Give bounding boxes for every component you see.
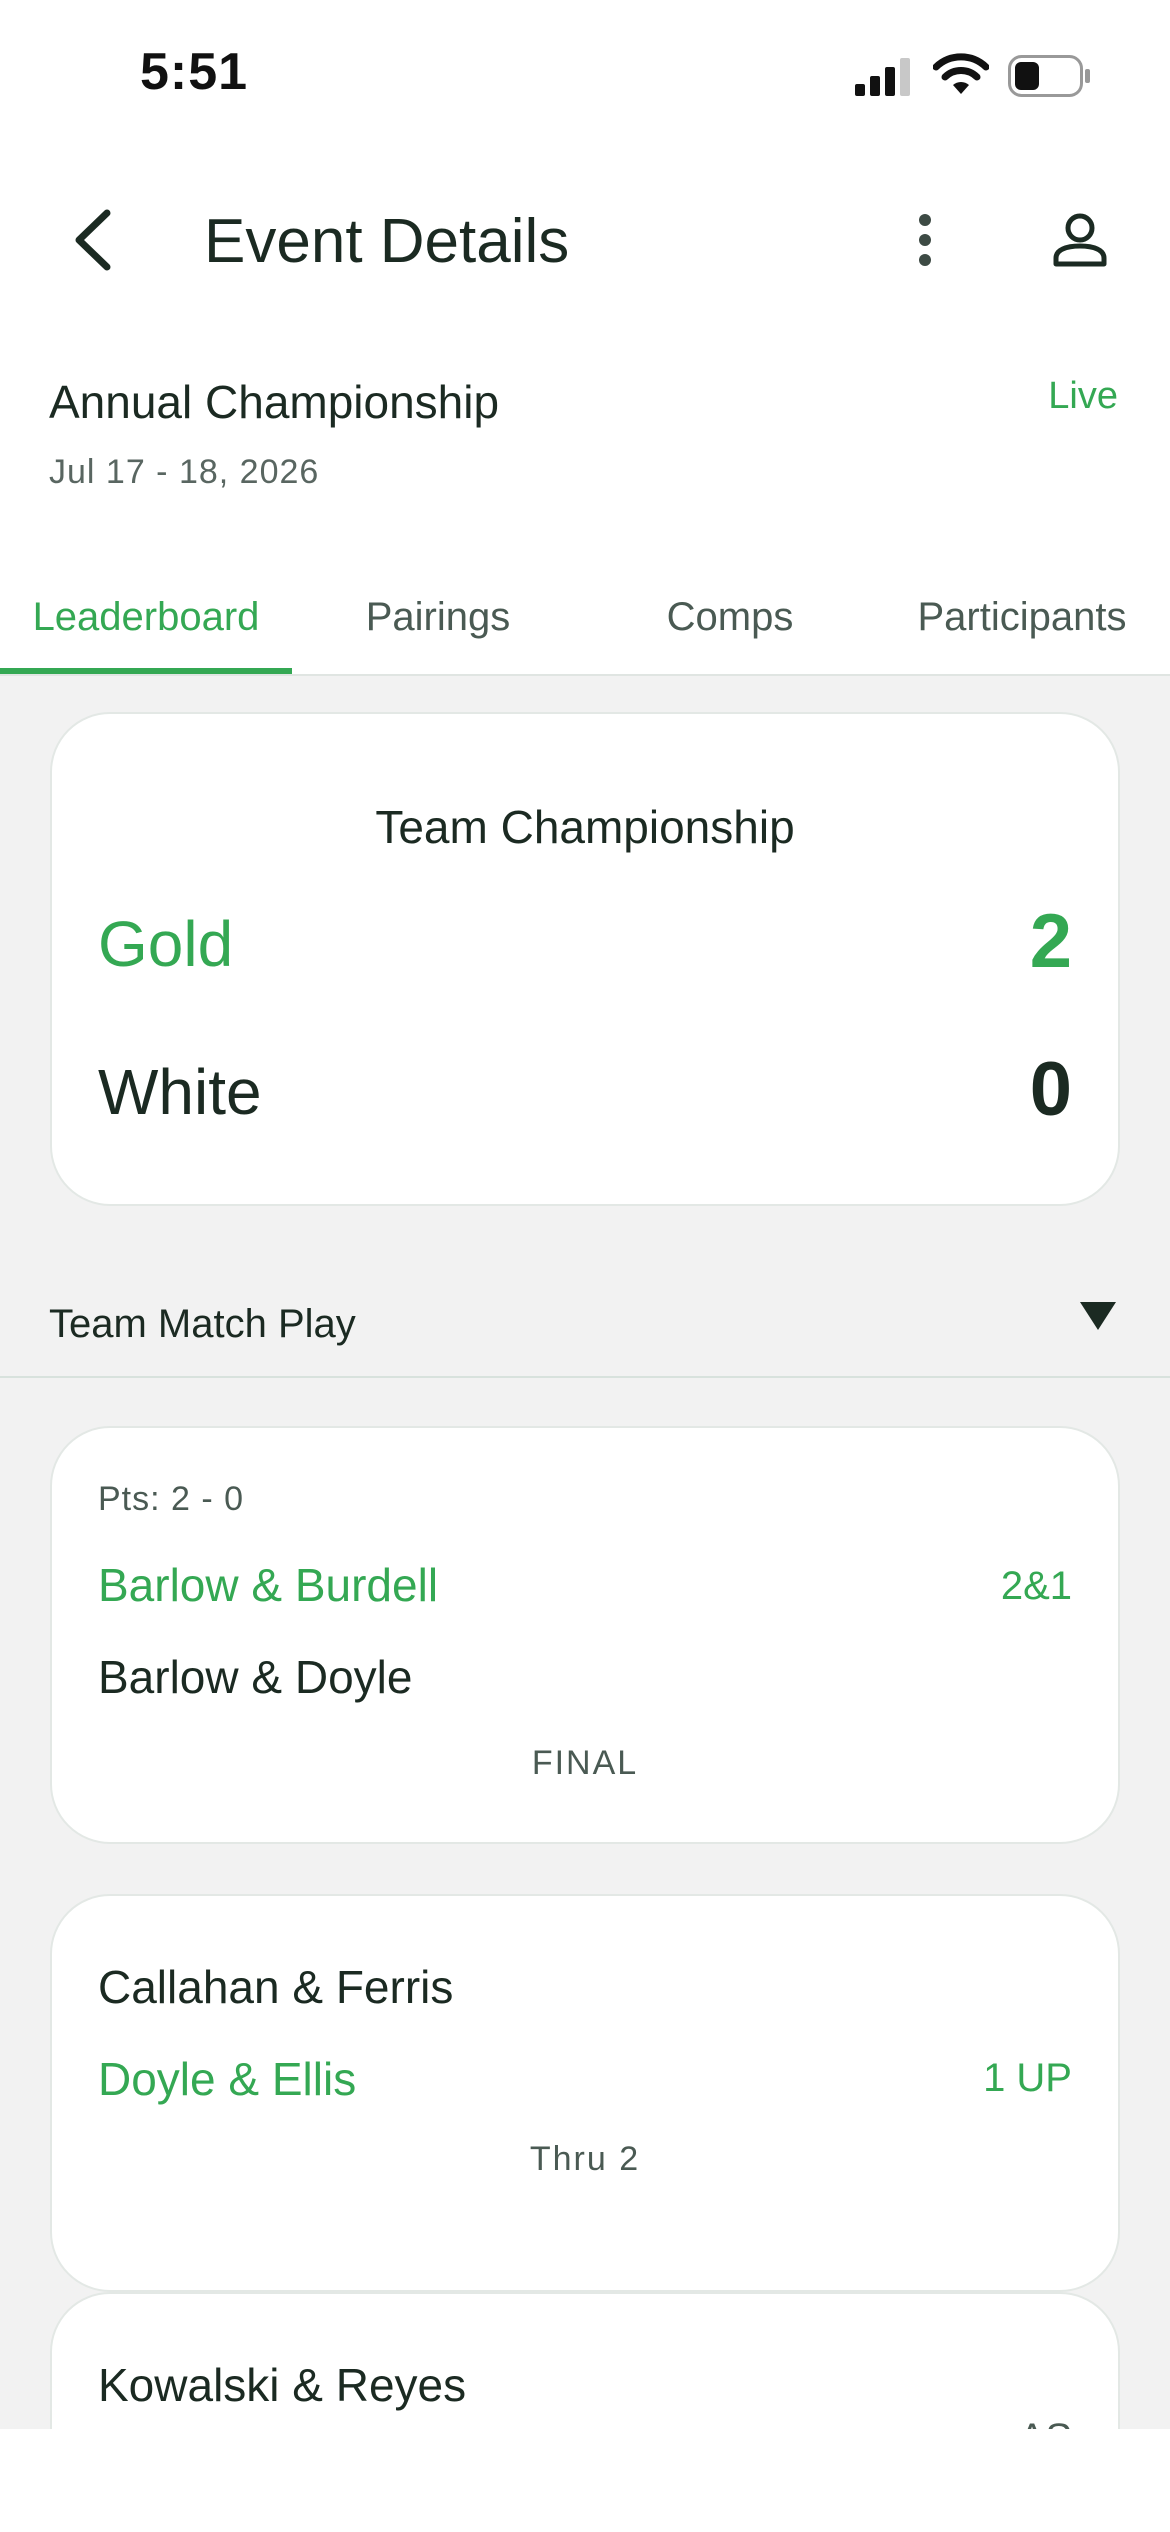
chevron-left-icon (75, 209, 111, 271)
team-championship-title: Team Championship (375, 801, 795, 853)
match-pair-2: Doyle & Ellis (98, 2053, 357, 2105)
team-championship-card: Team Championship Gold 2 White 0 (50, 712, 1120, 1206)
page-title: Event Details (204, 207, 570, 276)
tab-participants[interactable]: Participants (876, 560, 1168, 674)
section-label: Team Match Play (49, 1302, 356, 1346)
match-card[interactable]: Kowalski & Reyes AS (50, 2292, 1120, 2429)
team-score-gold: 2 (1029, 899, 1072, 984)
event-name: Annual Championship (49, 376, 500, 428)
team-match-play-dropdown[interactable]: Team Match Play (0, 1260, 1170, 1378)
match-pair-1: Kowalski & Reyes (98, 2359, 467, 2411)
back-button[interactable] (58, 202, 128, 278)
signal-icon (855, 58, 910, 96)
match-pair-1: Callahan & Ferris (98, 1961, 454, 2013)
event-dates: Jul 17 - 18, 2026 (49, 453, 320, 491)
match-card[interactable]: Pts: 2 - 0 Barlow & Burdell 2&1 Barlow &… (50, 1426, 1120, 1844)
match-pair-2: Barlow & Doyle (98, 1651, 413, 1703)
active-tab-indicator (0, 668, 292, 674)
match-result: 2&1 (1000, 1564, 1072, 1608)
team-name-gold: Gold (98, 908, 234, 980)
tab-comps[interactable]: Comps (584, 560, 876, 674)
team-score-white: 0 (1029, 1047, 1072, 1132)
live-status-badge: Live (1048, 375, 1118, 417)
status-time: 5:51 (140, 43, 249, 101)
match-status: FINAL (531, 1744, 639, 1782)
match-result: 1 UP (983, 2056, 1072, 2100)
team-name-white: White (98, 1056, 262, 1128)
more-options-button[interactable] (895, 202, 955, 278)
match-card[interactable]: Callahan & Ferris Doyle & Ellis 1 UP Thr… (50, 1894, 1120, 2292)
match-status: Thru 2 (529, 2140, 641, 2178)
tab-bar: Leaderboard Pairings Comps Participants (0, 560, 1170, 676)
leaderboard-content[interactable]: Team Championship Gold 2 White 0 Team Ma… (0, 676, 1170, 2429)
match-result: AS (1019, 2418, 1072, 2429)
match-points: Pts: 2 - 0 (98, 1480, 245, 1518)
profile-button[interactable] (1040, 202, 1120, 278)
match-pair-1: Barlow & Burdell (98, 1559, 439, 1611)
battery-icon (1008, 55, 1090, 97)
wifi-icon (933, 53, 989, 94)
tab-pairings[interactable]: Pairings (292, 560, 584, 674)
person-icon (1053, 213, 1107, 267)
status-bar: 5:51 (0, 0, 1170, 150)
tab-leaderboard[interactable]: Leaderboard (0, 560, 292, 674)
app-bar: Event Details (0, 170, 1170, 310)
more-vertical-icon (919, 214, 931, 266)
triangle-down-icon (1080, 1302, 1116, 1330)
